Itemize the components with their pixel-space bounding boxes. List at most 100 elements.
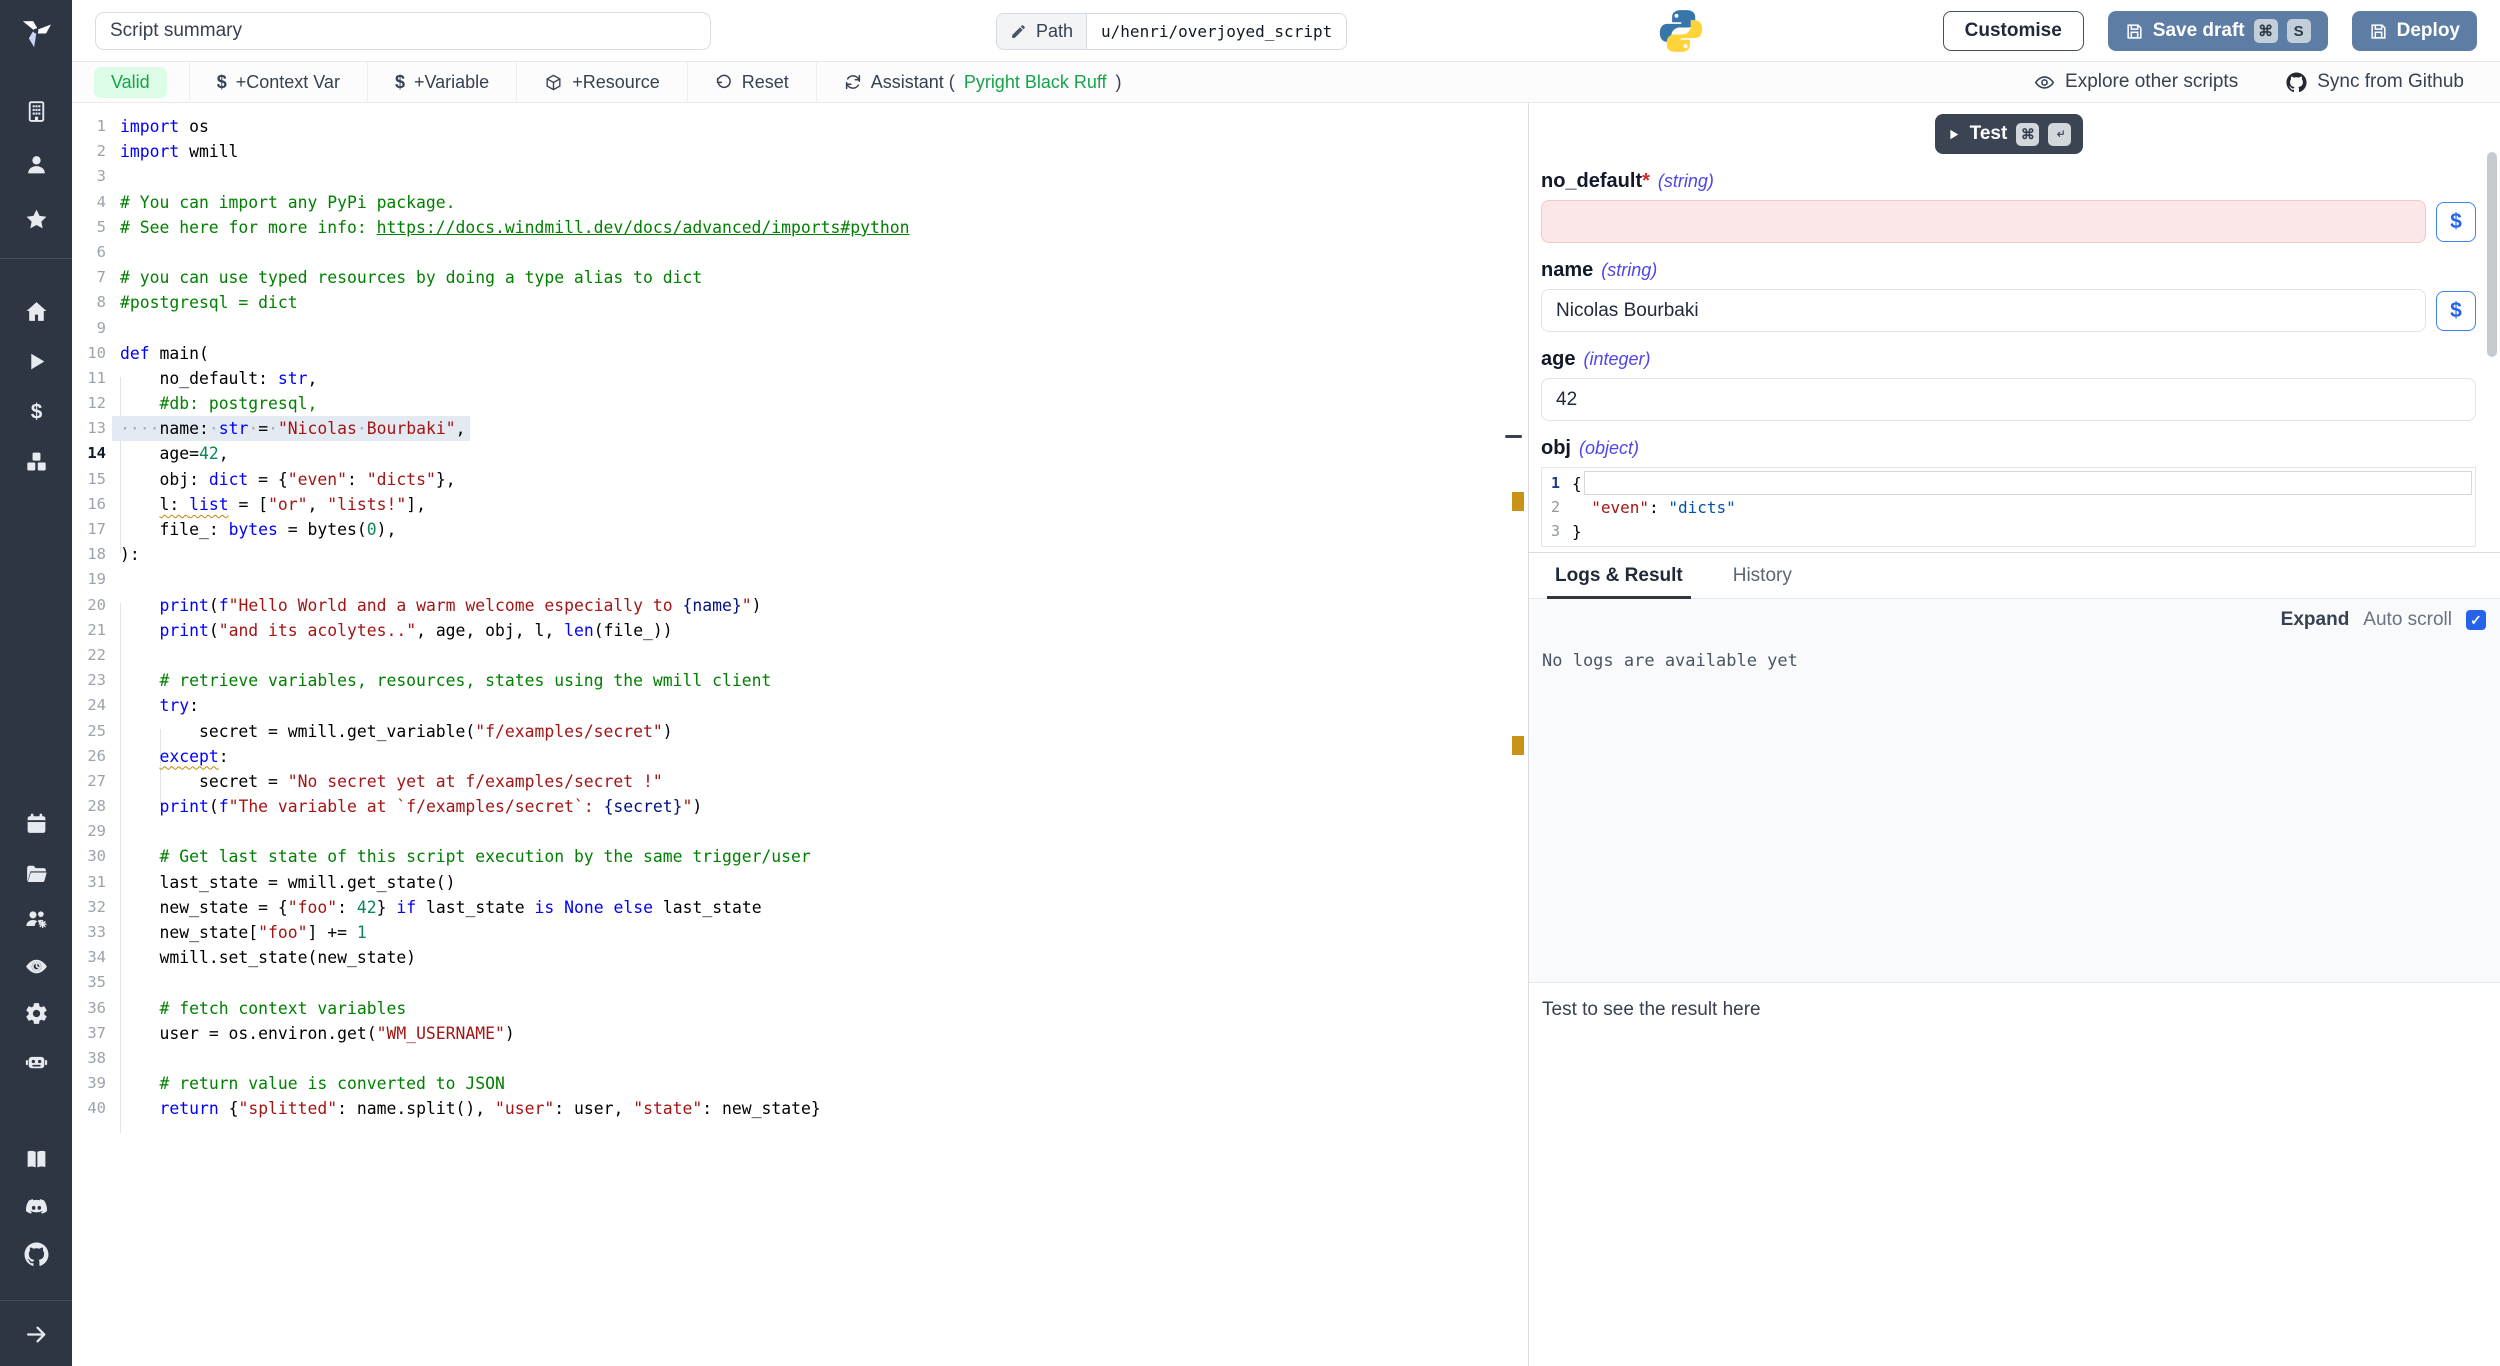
users-gear-icon xyxy=(24,906,49,931)
code-line-24[interactable]: 24 try: xyxy=(72,693,1528,718)
json-line-2: 2 "even": "dicts" xyxy=(1542,495,2475,519)
code-line-37[interactable]: 37 user = os.environ.get("WM_USERNAME") xyxy=(72,1021,1528,1046)
sidebar-item-groups[interactable] xyxy=(0,903,72,933)
line-number: 18 xyxy=(72,542,106,567)
code-line-29[interactable]: 29 xyxy=(72,819,1528,844)
code-line-16[interactable]: 16 l: list = ["or", "lists!"], xyxy=(72,492,1528,517)
sidebar-item-variables[interactable]: $ xyxy=(0,396,72,426)
code-line-2[interactable]: 2import wmill xyxy=(72,139,1528,164)
reset-button[interactable]: Reset xyxy=(688,62,816,103)
line-content xyxy=(106,1046,120,1071)
sidebar-item-discord[interactable] xyxy=(0,1192,72,1222)
add-context-var-button[interactable]: $ +Context Var xyxy=(190,62,367,103)
code-line-18[interactable]: 18): xyxy=(72,542,1528,567)
code-line-21[interactable]: 21 print("and its acolytes..", age, obj,… xyxy=(72,618,1528,643)
code-line-12[interactable]: 12 #db: postgresql, xyxy=(72,391,1528,416)
code-line-17[interactable]: 17 file_: bytes = bytes(0), xyxy=(72,517,1528,542)
age-input[interactable] xyxy=(1541,378,2476,421)
sidebar-item-folders[interactable] xyxy=(0,858,72,888)
line-number: 36 xyxy=(72,996,106,1021)
name-input[interactable] xyxy=(1541,289,2426,332)
line-content: def main( xyxy=(106,341,209,366)
sidebar-item-settings[interactable] xyxy=(0,998,72,1028)
panel-scrollbar[interactable] xyxy=(2487,152,2497,357)
code-line-11[interactable]: 11 no_default: str, xyxy=(72,366,1528,391)
code-line-8[interactable]: 8#postgresql = dict xyxy=(72,290,1528,315)
code-line-6[interactable]: 6 xyxy=(72,240,1528,265)
code-line-14[interactable]: 14 age=42, xyxy=(72,441,1528,466)
code-line-20[interactable]: 20 print(f"Hello World and a warm welcom… xyxy=(72,593,1528,618)
sidebar-item-favorites[interactable] xyxy=(0,204,72,234)
no_default-input[interactable] xyxy=(1541,200,2426,243)
code-line-28[interactable]: 28 print(f"The variable at `f/examples/s… xyxy=(72,794,1528,819)
field-row-age xyxy=(1541,378,2476,421)
code-line-34[interactable]: 34 wmill.set_state(new_state) xyxy=(72,945,1528,970)
sidebar-item-user[interactable] xyxy=(0,149,72,179)
autoscroll-checkbox[interactable]: ✓ xyxy=(2466,610,2486,630)
sidebar-item-workspace[interactable] xyxy=(0,96,72,126)
code-line-7[interactable]: 7# you can use typed resources by doing … xyxy=(72,265,1528,290)
customise-button[interactable]: Customise xyxy=(1943,11,2084,51)
no_default-variable-picker-button[interactable]: $ xyxy=(2436,202,2476,242)
code-line-5[interactable]: 5# See here for more info: https://docs.… xyxy=(72,215,1528,240)
code-line-3[interactable]: 3 xyxy=(72,164,1528,189)
code-editor[interactable]: 1import os2import wmill34# You can impor… xyxy=(72,103,1528,1366)
code-line-13[interactable]: 13····name:·str·=·"Nicolas·Bourbaki", xyxy=(72,416,1528,441)
sidebar-item-ai-assistant[interactable] xyxy=(0,1046,72,1076)
code-line-26[interactable]: 26 except: xyxy=(72,744,1528,769)
script-summary-input[interactable] xyxy=(95,12,711,50)
code-line-39[interactable]: 39 # return value is converted to JSON xyxy=(72,1071,1528,1096)
code-line-40[interactable]: 40 return {"splitted": name.split(), "us… xyxy=(72,1096,1528,1121)
code-line-25[interactable]: 25 secret = wmill.get_variable("f/exampl… xyxy=(72,719,1528,744)
validation-status-badge: Valid xyxy=(94,67,167,98)
code-line-19[interactable]: 19 xyxy=(72,567,1528,592)
code-line-33[interactable]: 33 new_state["foo"] += 1 xyxy=(72,920,1528,945)
sidebar-item-schedules[interactable] xyxy=(0,808,72,838)
tab-history[interactable]: History xyxy=(1733,553,1792,598)
code-line-15[interactable]: 15 obj: dict = {"even": "dicts"}, xyxy=(72,467,1528,492)
code-line-9[interactable]: 9 xyxy=(72,316,1528,341)
save-draft-button[interactable]: Save draft ⌘ S xyxy=(2108,11,2328,51)
add-variable-button[interactable]: $ +Variable xyxy=(368,62,516,103)
windmill-logo[interactable] xyxy=(0,0,72,62)
assistant-button[interactable]: Assistant (Pyright Black Ruff) xyxy=(817,62,1149,103)
deploy-button[interactable]: Deploy xyxy=(2352,11,2477,51)
code-line-4[interactable]: 4# You can import any PyPi package. xyxy=(72,190,1528,215)
code-line-32[interactable]: 32 new_state = {"foo": 42} if last_state… xyxy=(72,895,1528,920)
cubes-icon xyxy=(24,449,49,474)
explore-other-scripts-button[interactable]: Explore other scripts xyxy=(2034,71,2238,93)
code-line-35[interactable]: 35 xyxy=(72,970,1528,995)
line-number: 22 xyxy=(72,643,106,668)
tab-logs-result[interactable]: Logs & Result xyxy=(1555,553,1683,598)
code-line-23[interactable]: 23 # retrieve variables, resources, stat… xyxy=(72,668,1528,693)
line-number: 2 xyxy=(72,139,106,164)
code-line-10[interactable]: 10def main( xyxy=(72,341,1528,366)
code-line-30[interactable]: 30 # Get last state of this script execu… xyxy=(72,844,1528,869)
code-line-38[interactable]: 38 xyxy=(72,1046,1528,1071)
code-line-27[interactable]: 27 secret = "No secret yet at f/examples… xyxy=(72,769,1528,794)
sidebar-item-runs[interactable] xyxy=(0,346,72,376)
sync-from-github-button[interactable]: Sync from Github xyxy=(2286,71,2464,93)
code-line-31[interactable]: 31 last_state = wmill.get_state() xyxy=(72,870,1528,895)
pane-splitter-handle[interactable] xyxy=(1505,435,1522,438)
name-variable-picker-button[interactable]: $ xyxy=(2436,291,2476,331)
add-resource-button[interactable]: +Resource xyxy=(517,62,687,103)
sidebar-item-audit-logs[interactable] xyxy=(0,951,72,981)
eye-icon xyxy=(2034,72,2055,93)
sidebar-item-resources[interactable] xyxy=(0,446,72,476)
json-line-3: 3} xyxy=(1542,519,2475,543)
line-content: age=42, xyxy=(106,441,229,466)
sidebar-item-docs[interactable] xyxy=(0,1144,72,1174)
expand-logs-button[interactable]: Expand xyxy=(2281,609,2350,631)
script-path-badge[interactable]: Path u/henri/overjoyed_script xyxy=(996,13,1347,50)
code-line-22[interactable]: 22 xyxy=(72,643,1528,668)
code-line-1[interactable]: 1import os xyxy=(72,114,1528,139)
test-button[interactable]: Test ⌘ xyxy=(1935,114,2083,154)
code-line-36[interactable]: 36 # fetch context variables xyxy=(72,996,1528,1021)
line-content: # fetch context variables xyxy=(106,996,406,1021)
sidebar-item-github[interactable] xyxy=(0,1239,72,1269)
line-content xyxy=(106,567,120,592)
obj-json-editor[interactable]: 1{2 "even": "dicts"3} xyxy=(1541,467,2476,547)
sidebar-item-expand-sidebar[interactable] xyxy=(0,1319,72,1349)
sidebar-item-home[interactable] xyxy=(0,296,72,326)
